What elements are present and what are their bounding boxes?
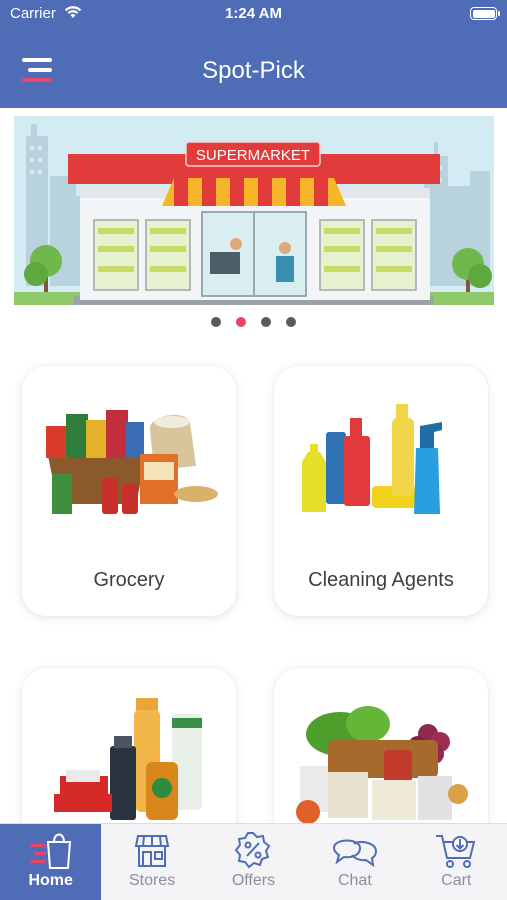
tab-label: Cart — [441, 872, 472, 889]
banner-sign-text: SUPERMARKET — [196, 147, 310, 164]
banner-pagination — [0, 317, 507, 327]
tab-label: Chat — [337, 872, 372, 889]
fresh-produce-image — [296, 706, 468, 824]
battery-icon — [470, 7, 500, 20]
tab-label: Home — [28, 872, 73, 889]
pagination-dot-4[interactable] — [286, 317, 296, 327]
home-bag-icon — [29, 833, 71, 869]
tab-label: Stores — [128, 872, 176, 889]
app-title: Spot-Pick — [202, 57, 305, 84]
bottom-tab-bar: Home Stores Offers Chat Cart — [0, 823, 507, 900]
chat-bubbles-icon — [332, 839, 377, 868]
supermarket-illustration: SUPERMARKET — [14, 116, 494, 305]
grocery-image — [46, 410, 218, 514]
category-label: Grocery — [93, 569, 165, 591]
category-card-cleaning-agents[interactable]: Cleaning Agents — [274, 366, 488, 616]
cleaning-agents-image — [302, 404, 442, 514]
app-header: Carrier 1:24 AM Spot-Pick — [0, 0, 507, 108]
pagination-dot-3[interactable] — [261, 317, 271, 327]
category-card-grocery[interactable]: Grocery — [22, 366, 236, 616]
pagination-dot-2[interactable] — [236, 317, 246, 327]
promo-banner[interactable]: SUPERMARKET — [14, 116, 494, 305]
store-icon — [134, 835, 170, 867]
status-time: 1:24 AM — [225, 5, 282, 22]
pagination-dot-1[interactable] — [211, 317, 221, 327]
tab-offers[interactable]: Offers — [203, 824, 304, 900]
personal-care-image — [54, 698, 202, 820]
category-label: Cleaning Agents — [308, 569, 454, 591]
offer-percent-icon — [235, 832, 271, 869]
tab-stores[interactable]: Stores — [101, 824, 202, 900]
status-bar: Carrier 1:24 AM — [0, 0, 507, 28]
cart-icon — [436, 835, 476, 868]
tab-cart[interactable]: Cart — [406, 824, 507, 900]
tab-home[interactable]: Home — [0, 824, 102, 900]
tab-chat[interactable]: Chat — [304, 824, 405, 900]
tab-label: Offers — [231, 872, 276, 889]
